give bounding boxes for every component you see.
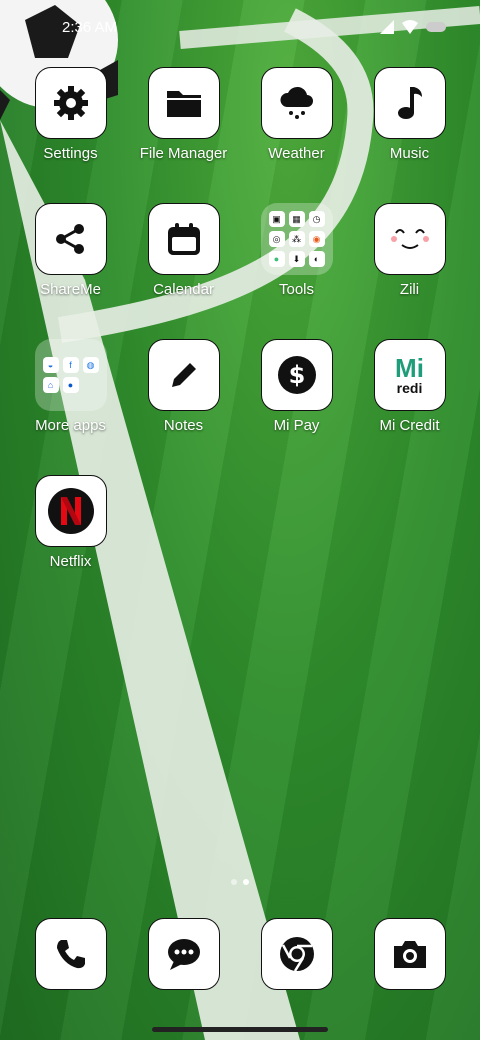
camera-icon xyxy=(393,941,426,968)
dock-chrome[interactable] xyxy=(240,918,353,990)
cloud-rain-icon xyxy=(279,86,313,119)
folder-icon xyxy=(166,91,201,117)
app-file-manager[interactable]: File Manager xyxy=(127,67,240,162)
app-weather[interactable]: Weather xyxy=(240,67,353,162)
share-icon xyxy=(55,224,84,254)
mini-app-icon: ⌂ xyxy=(42,377,59,393)
app-label: Zili xyxy=(399,281,420,298)
app-settings[interactable]: Settings xyxy=(14,67,127,162)
folder-preview: ▣ ▦ ◷ ◎ ⁂ ◉ ● ⬇ ◐ xyxy=(268,211,325,267)
phone-icon xyxy=(56,940,85,969)
app-label: More apps xyxy=(35,417,106,434)
dollar-coin-icon: $ xyxy=(277,356,316,394)
gear-icon xyxy=(53,86,88,120)
app-label: Netflix xyxy=(49,553,92,570)
app-label: Settings xyxy=(43,145,98,162)
netflix-logo-icon xyxy=(47,488,94,534)
folder-preview: ◒ f ◍ ⌂ ● xyxy=(42,357,99,393)
wifi-icon xyxy=(402,20,418,34)
mini-app-icon: ◒ xyxy=(42,357,59,373)
messages-icon xyxy=(167,939,200,970)
smiley-face-icon xyxy=(390,229,429,249)
chrome-icon xyxy=(279,937,314,972)
home-indicator[interactable] xyxy=(152,1027,328,1032)
app-zili[interactable]: Zili xyxy=(353,203,466,298)
mini-app-icon: ◍ xyxy=(82,357,99,373)
folder-more-apps[interactable]: ◒ f ◍ ⌂ ● More apps xyxy=(14,339,127,434)
dock-camera[interactable] xyxy=(353,918,466,990)
mi-credit-logo: Mi xyxy=(395,353,424,383)
status-time: 2:36 AM xyxy=(62,19,118,36)
dock-phone[interactable] xyxy=(14,918,127,990)
mi-credit-logo-sub: redi xyxy=(396,380,423,396)
dock-messages[interactable] xyxy=(127,918,240,990)
app-music[interactable]: Music xyxy=(353,67,466,162)
app-label: Music xyxy=(389,145,430,162)
app-label: Weather xyxy=(268,145,325,162)
app-calendar[interactable]: Calendar xyxy=(127,203,240,298)
mini-app-icon: ▦ xyxy=(288,211,305,227)
music-note-icon xyxy=(397,87,422,119)
app-label: Notes xyxy=(163,417,204,434)
signal-icon xyxy=(380,20,394,34)
mini-app-icon: ◐ xyxy=(308,251,325,267)
home-screen: 2:36 AM Settings File Manager Weather Mu… xyxy=(0,0,480,1040)
page-indicator xyxy=(0,879,480,885)
app-notes[interactable]: Notes xyxy=(127,339,240,434)
mini-app-icon: ▣ xyxy=(268,211,285,227)
status-bar: 2:36 AM xyxy=(0,14,480,40)
calendar-icon xyxy=(167,223,200,255)
app-label: Tools xyxy=(278,281,315,298)
mini-app-icon: ◉ xyxy=(308,231,325,247)
mini-app-icon: ● xyxy=(62,377,79,393)
pencil-icon xyxy=(171,363,196,387)
app-label: ShareMe xyxy=(40,281,101,298)
mini-app-icon: ⬇ xyxy=(288,251,305,267)
app-label: Mi Pay xyxy=(273,417,320,434)
app-mi-credit[interactable]: Mi redi Mi Credit xyxy=(353,339,466,434)
app-mi-pay[interactable]: $ Mi Pay xyxy=(240,339,353,434)
mini-app-icon: ◎ xyxy=(268,231,285,247)
folder-tools[interactable]: ▣ ▦ ◷ ◎ ⁂ ◉ ● ⬇ ◐ Tools xyxy=(240,203,353,298)
page-dot[interactable] xyxy=(231,879,237,885)
app-shareme[interactable]: ShareMe xyxy=(14,203,127,298)
svg-text:$: $ xyxy=(288,361,305,389)
app-netflix[interactable]: Netflix xyxy=(14,475,127,570)
app-label: File Manager xyxy=(139,145,228,162)
app-label: Calendar xyxy=(153,281,214,298)
mini-app-icon: ● xyxy=(268,251,285,267)
mini-app-icon: ⁂ xyxy=(288,231,305,247)
mini-app-icon: ◷ xyxy=(308,211,325,227)
battery-icon xyxy=(426,22,446,32)
mini-app-icon: f xyxy=(62,357,79,373)
app-label: Mi Credit xyxy=(379,417,440,434)
page-dot-active[interactable] xyxy=(243,879,249,885)
